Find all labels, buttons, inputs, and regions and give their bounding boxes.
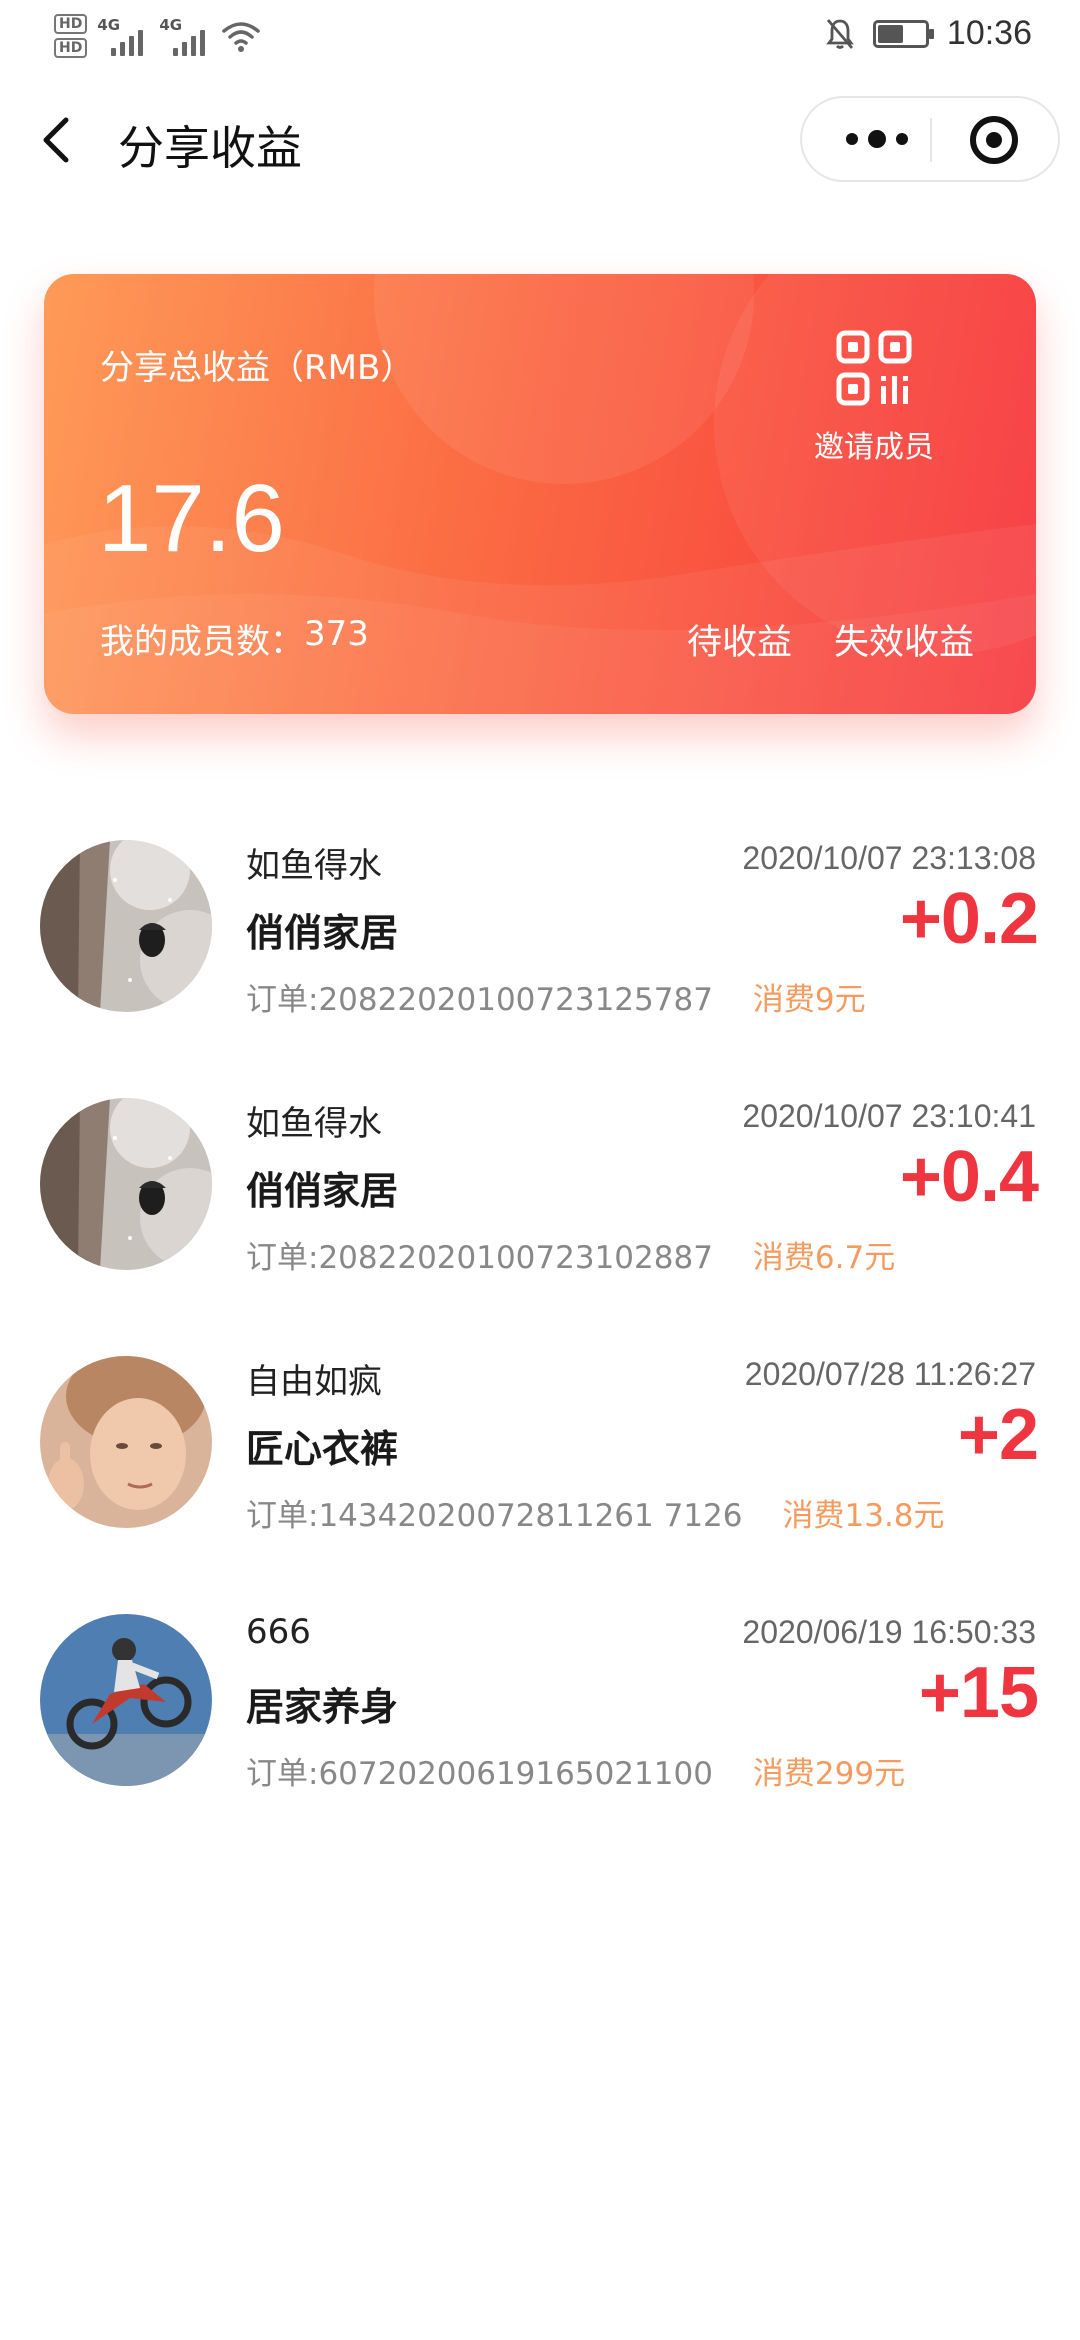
member-count-value: 373 bbox=[304, 614, 369, 654]
shop-name: 居家养身 bbox=[246, 1685, 399, 1729]
signal-1: 4G bbox=[97, 16, 149, 56]
member-count: 我的成员数： 373 bbox=[100, 614, 369, 663]
earnings-card: 分享总收益（RMB） 17.6 我的成员数： 373 邀请成员 待收益 失效收益 bbox=[44, 274, 1036, 714]
avatar bbox=[40, 1098, 212, 1270]
shop-name: 俏俏家居 bbox=[246, 1169, 399, 1213]
avatar bbox=[40, 1614, 212, 1786]
member-count-label: 我的成员数： bbox=[100, 622, 304, 662]
record-date: 2020/10/07 23:10:41 bbox=[742, 1098, 1036, 1134]
order-label: 订单: bbox=[246, 982, 319, 1018]
signal-bars-icon bbox=[111, 30, 144, 56]
snow-tree-avatar-icon bbox=[40, 1098, 212, 1270]
back-arrow-icon[interactable] bbox=[38, 114, 78, 166]
page-title: 分享收益 bbox=[118, 121, 302, 175]
battery-icon bbox=[872, 19, 934, 48]
order-info: 订单: 14342020072811261 7126 消费13.8元 bbox=[246, 1490, 945, 1535]
status-right: 10:36 bbox=[825, 14, 1032, 53]
spend-amount: 消费13.8元 bbox=[782, 1498, 945, 1534]
battery-fill bbox=[877, 24, 903, 43]
snow-tree-avatar-icon bbox=[40, 840, 212, 1012]
more-dots-icon[interactable] bbox=[832, 98, 922, 180]
order-number: 14342020072811261 7126 bbox=[318, 1498, 743, 1534]
total-earnings-label: 分享总收益（RMB） bbox=[100, 348, 415, 388]
record-date: 2020/10/07 23:13:08 bbox=[742, 840, 1036, 876]
total-earnings-amount: 17.6 bbox=[98, 465, 285, 572]
status-left: HD HD 4G 4G bbox=[54, 14, 261, 58]
shop-name: 俏俏家居 bbox=[246, 911, 399, 955]
order-number: 20822020100723125787 bbox=[318, 982, 713, 1018]
record-date: 2020/06/19 16:50:33 bbox=[742, 1614, 1036, 1650]
order-info: 订单: 60720200619165021100 消费299元 bbox=[246, 1748, 905, 1793]
list-item[interactable]: 666 2020/06/19 16:50:33 居家养身 +15 订单: 607… bbox=[0, 1594, 1080, 1852]
card-links: 待收益 失效收益 bbox=[687, 614, 974, 665]
earning-amount: +2 bbox=[957, 1395, 1039, 1475]
invite-members-label: 邀请成员 bbox=[814, 430, 934, 465]
record-date: 2020/07/28 11:26:27 bbox=[744, 1356, 1036, 1392]
member-name: 如鱼得水 bbox=[246, 846, 382, 886]
capsule-divider bbox=[930, 118, 932, 162]
qr-code-icon bbox=[836, 330, 912, 406]
signal-2: 4G bbox=[159, 16, 211, 56]
avatar bbox=[40, 1356, 212, 1528]
hd-indicators: HD HD bbox=[54, 14, 88, 58]
order-number: 20822020100723102887 bbox=[318, 1240, 713, 1276]
status-time: 10:36 bbox=[946, 14, 1032, 52]
target-icon[interactable] bbox=[970, 116, 1018, 164]
earnings-list: 如鱼得水 2020/10/07 23:13:08 俏俏家居 +0.2 订单: 2… bbox=[0, 820, 1080, 1852]
mini-program-capsule bbox=[800, 96, 1060, 182]
expired-earnings-link[interactable]: 失效收益 bbox=[834, 614, 974, 665]
order-label: 订单: bbox=[246, 1240, 319, 1276]
status-bar: HD HD 4G 4G 10:36 bbox=[0, 0, 1080, 72]
signal-bars-icon bbox=[173, 30, 206, 56]
member-name: 666 bbox=[246, 1612, 311, 1652]
hd-badge-2: HD bbox=[54, 38, 88, 58]
spend-amount: 消费9元 bbox=[752, 982, 866, 1018]
avatar bbox=[40, 840, 212, 1012]
hd-badge-1: HD bbox=[54, 14, 88, 34]
spend-amount: 消费6.7元 bbox=[752, 1240, 896, 1276]
list-item[interactable]: 如鱼得水 2020/10/07 23:13:08 俏俏家居 +0.2 订单: 2… bbox=[0, 820, 1080, 1078]
spend-amount: 消费299元 bbox=[752, 1756, 906, 1792]
list-item[interactable]: 自由如疯 2020/07/28 11:26:27 匠心衣裤 +2 订单: 143… bbox=[0, 1336, 1080, 1594]
shop-name: 匠心衣裤 bbox=[246, 1427, 399, 1471]
order-info: 订单: 20822020100723125787 消费9元 bbox=[246, 974, 866, 1019]
earning-amount: +0.4 bbox=[899, 1137, 1039, 1217]
earning-amount: +15 bbox=[918, 1653, 1039, 1733]
pending-earnings-link[interactable]: 待收益 bbox=[687, 614, 792, 665]
order-info: 订单: 20822020100723102887 消费6.7元 bbox=[246, 1232, 895, 1277]
order-number: 60720200619165021100 bbox=[318, 1756, 713, 1792]
child-thumbs-up-avatar-icon bbox=[40, 1356, 212, 1528]
nav-bar: 分享收益 bbox=[0, 90, 1080, 190]
earning-amount: +0.2 bbox=[899, 879, 1039, 959]
order-label: 订单: bbox=[246, 1498, 319, 1534]
invite-members-button[interactable]: 邀请成员 bbox=[804, 330, 944, 466]
bell-muted-icon bbox=[826, 18, 854, 49]
order-label: 订单: bbox=[246, 1756, 319, 1792]
list-item[interactable]: 如鱼得水 2020/10/07 23:10:41 俏俏家居 +0.4 订单: 2… bbox=[0, 1078, 1080, 1336]
member-name: 自由如疯 bbox=[246, 1362, 382, 1402]
motocross-avatar-icon bbox=[40, 1614, 212, 1786]
member-name: 如鱼得水 bbox=[246, 1104, 382, 1144]
wifi-icon bbox=[222, 22, 261, 52]
